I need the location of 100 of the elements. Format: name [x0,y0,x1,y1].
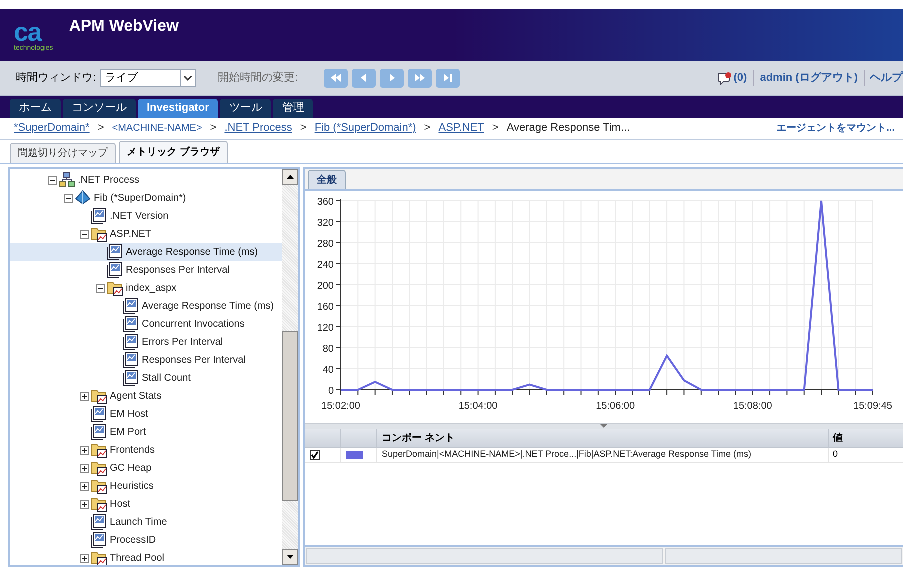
tree-item[interactable]: index_aspx [10,279,282,297]
alert-icon [718,72,732,84]
y-tick-label: 240 [317,260,334,271]
scroll-down-button[interactable] [282,549,298,565]
x-tick-label: 15:02:00 [322,401,360,412]
tree-item[interactable]: Frontends [10,441,282,459]
time-window-select[interactable]: ライブ [100,69,196,87]
breadcrumb-link[interactable]: .NET Process [224,120,292,137]
chart-icon [91,532,107,548]
collapse-icon[interactable] [80,230,89,238]
breadcrumb-separator: > [300,121,307,136]
folder-icon [91,478,107,494]
mount-agent-link[interactable]: エージェントをマウント... [776,121,895,136]
help-link[interactable]: ヘルプ [865,70,903,86]
table-cell: SuperDomain|<MACHINE-NAME>|.NET Proce...|Fib|ASP.NET:Average Response Time (ms) [377,448,829,462]
column-header[interactable]: 値 [829,429,903,447]
y-tick-label: 120 [317,323,334,334]
y-tick-label: 320 [317,218,334,229]
nav-tab[interactable]: ツール [220,99,272,118]
folder-icon [91,388,107,404]
check-icon [311,451,319,459]
x-tick-label: 15:06:00 [596,401,636,412]
tree-item[interactable]: Heuristics [10,477,282,495]
tree-item[interactable]: Average Response Time (ms) [10,297,282,315]
folder-icon [91,550,107,565]
nav-tab[interactable]: Investigator [138,99,218,118]
tree-item[interactable]: Concurrent Invocations [10,315,282,333]
fast-forward-icon [413,73,428,83]
up-arrow-icon [286,175,294,179]
expand-icon[interactable] [80,392,89,400]
checkbox[interactable] [310,450,320,460]
scroll-up-button[interactable] [282,169,298,185]
y-tick-label: 0 [328,386,334,397]
column-header[interactable]: コンポー ネント [377,429,829,447]
nav-tab[interactable]: コンソール [63,99,136,118]
nav-tab[interactable]: ホーム [10,99,61,118]
breadcrumb-link[interactable]: <MACHINE-NAME> [112,121,202,136]
chart-icon [91,424,107,440]
chart-icon [123,352,139,368]
tree-item[interactable]: Host [10,495,282,513]
folder-icon [91,496,107,512]
y-tick-label: 280 [317,239,334,250]
logo-mark: ca [14,18,42,44]
y-tick-label: 80 [322,344,334,355]
tree-item[interactable]: .NET Version [10,207,282,225]
collapse-icon[interactable] [48,176,57,184]
tree-item[interactable]: Launch Time [10,513,282,531]
breadcrumb-separator: > [492,121,499,136]
collapse-icon[interactable] [96,284,105,292]
caret-icon [184,76,192,80]
breadcrumb-link[interactable]: ASP.NET [438,120,484,137]
tree-item[interactable]: Average Response Time (ms) [10,243,282,261]
folder-icon [91,460,107,476]
user-logout-link[interactable]: admin (ログアウト) [754,70,865,86]
expand-icon[interactable] [80,446,89,454]
nav-tab[interactable]: 管理 [273,99,314,118]
tree-item[interactable]: GC Heap [10,459,282,477]
breadcrumb-separator: > [98,121,104,136]
breadcrumb-separator: > [210,121,217,136]
chart-icon [107,262,123,278]
expand-icon[interactable] [80,500,89,508]
x-tick-label: 15:08:00 [733,401,772,412]
start-time-label: 開始時間の変更: [218,70,298,86]
down-arrow-icon [286,555,294,559]
folder-icon [91,442,107,458]
sub-tab[interactable]: 問題切り分けマップ [10,143,116,163]
alerts-count[interactable]: (0) [734,70,754,86]
y-tick-label: 360 [317,197,334,208]
folder-icon [107,280,123,296]
tree-item[interactable]: EM Port [10,423,282,441]
chart-icon [123,370,139,386]
y-tick-label: 40 [322,365,334,376]
tree-item[interactable]: .NET Process [10,171,282,189]
chart-icon [123,298,139,314]
scrollbar[interactable] [282,169,298,565]
tree-item[interactable]: EM Host [10,405,282,423]
tree-item[interactable]: ASP.NET [10,225,282,243]
tree-item[interactable]: Stall Count [10,369,282,387]
expand-icon[interactable] [80,554,89,562]
rewind-icon [329,73,344,83]
chart-icon [123,316,139,332]
tree-item[interactable]: Responses Per Interval [10,261,282,279]
app-title: APM WebView [69,17,179,37]
scroll-thumb[interactable] [282,331,298,501]
expand-icon[interactable] [80,464,89,472]
tree-item[interactable]: Thread Pool [10,549,282,565]
chart-icon [91,406,107,422]
expand-icon[interactable] [80,482,89,490]
collapse-icon[interactable] [64,194,73,202]
panel-tab[interactable]: 全般 [308,170,346,189]
tree-item[interactable]: ProcessID [10,531,282,549]
tree-item[interactable]: Errors Per Interval [10,333,282,351]
breadcrumb-link[interactable]: *SuperDomain* [14,120,90,137]
breadcrumb-link[interactable]: Fib (*SuperDomain*) [314,120,416,137]
breadcrumb-separator: > [424,121,431,136]
sub-tab[interactable]: メトリック ブラウザ [119,141,228,163]
breadcrumb-current: Average Response Tim... [506,121,630,136]
tree-item[interactable]: Fib (*SuperDomain*) [10,189,282,207]
tree-item[interactable]: Agent Stats [10,387,282,405]
tree-item[interactable]: Responses Per Interval [10,351,282,369]
